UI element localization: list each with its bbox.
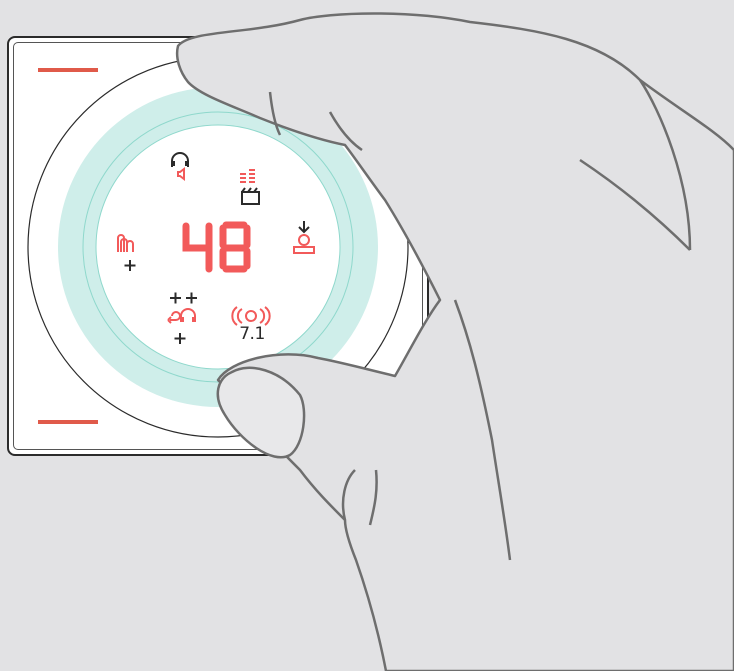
surround-label: 7.1: [239, 324, 265, 344]
stage: 7.1 48: [0, 0, 734, 671]
dial-drawing: [27, 12, 734, 671]
